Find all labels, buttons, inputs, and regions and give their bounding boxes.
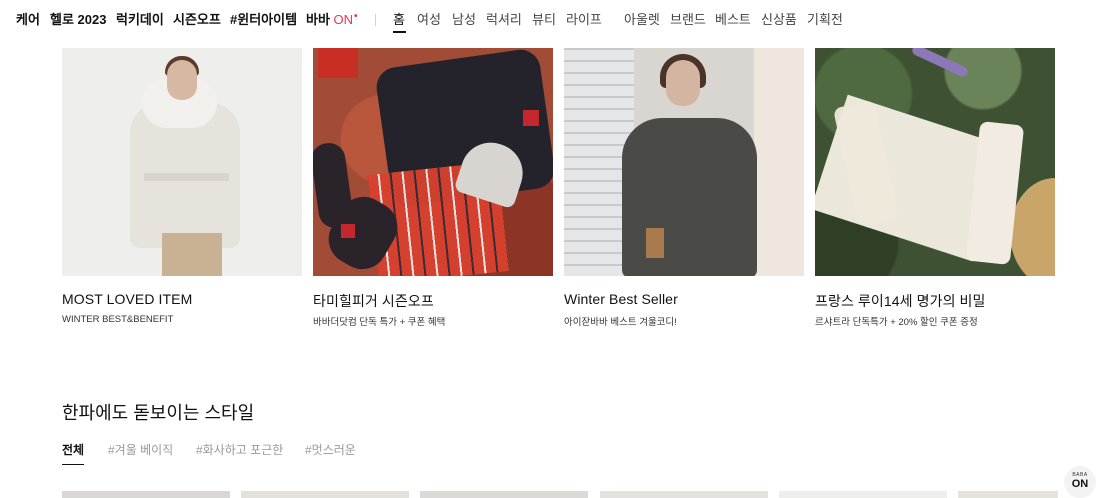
- nav-category-men[interactable]: 남성: [452, 12, 476, 28]
- banner-card-winter-best-seller[interactable]: Winter Best Seller 아이잗바바 베스트 겨울코디!: [564, 48, 804, 328]
- nav-outlet[interactable]: 아울렛: [624, 12, 660, 28]
- product-thumbnail[interactable]: [958, 491, 1058, 498]
- nav-item-winter-item[interactable]: #윈터아이템: [230, 12, 297, 28]
- new-dot-icon: •: [354, 11, 358, 22]
- image-head-shape: [167, 60, 197, 100]
- tab-bright-cozy[interactable]: #화사하고 포근한: [196, 441, 283, 458]
- tab-all[interactable]: 전체: [62, 441, 84, 458]
- product-thumbnail[interactable]: [420, 491, 588, 498]
- nav-best[interactable]: 베스트: [715, 12, 751, 28]
- product-thumbnail[interactable]: [600, 491, 768, 498]
- image-lining-shape: [646, 228, 664, 258]
- nav-item-hello-2023[interactable]: 헬로 2023: [50, 12, 106, 28]
- banner-image[interactable]: [62, 48, 302, 276]
- active-tab-underline: [62, 464, 84, 465]
- banner-title[interactable]: 타미힐피거 시즌오프: [313, 291, 434, 311]
- nav-item-baba-on[interactable]: 바바 ON•: [306, 11, 358, 30]
- banner-card-lechateau[interactable]: 프랑스 루이14세 명가의 비밀 르샤트라 단독특가 + 20% 할인 쿠폰 증…: [815, 48, 1055, 328]
- banner-card-most-loved[interactable]: MOST LOVED ITEM WINTER BEST&BENEFIT: [62, 48, 302, 325]
- fab-label-bottom: ON: [1071, 478, 1089, 490]
- banner-subtitle: 아이잗바바 베스트 겨울코디!: [564, 317, 677, 328]
- image-curtain-shape: [754, 48, 804, 276]
- tab-winter-basic[interactable]: #겨울 베이직: [108, 441, 173, 458]
- banner-image[interactable]: [564, 48, 804, 276]
- nav-special[interactable]: 기획전: [807, 12, 843, 28]
- nav-category-luxury[interactable]: 럭셔리: [486, 12, 522, 28]
- banner-card-tommy-hilfiger[interactable]: 타미힐피거 시즌오프 바바더닷컴 단독 특가 + 쿠폰 혜택: [313, 48, 553, 328]
- nav-category-beauty[interactable]: 뷰티: [532, 12, 556, 28]
- product-thumbnail[interactable]: [779, 491, 947, 498]
- image-head-shape: [666, 60, 700, 106]
- banner-subtitle: 르샤트라 단독특가 + 20% 할인 쿠폰 증정: [815, 317, 978, 328]
- nav-category-home[interactable]: 홈: [393, 12, 405, 28]
- baba-on-accent: ON: [333, 12, 354, 27]
- banner-title[interactable]: 프랑스 루이14세 명가의 비밀: [815, 291, 986, 311]
- banner-image[interactable]: [313, 48, 553, 276]
- product-thumbnail[interactable]: [62, 491, 230, 498]
- image-logo-shape: [523, 110, 539, 126]
- banner-subtitle: 바바더닷컴 단독 특가 + 쿠폰 혜택: [313, 317, 446, 328]
- banner-image[interactable]: [815, 48, 1055, 276]
- section-title: 한파에도 돋보이는 스타일: [62, 403, 255, 423]
- nav-divider: [375, 14, 376, 26]
- nav-item-season-off[interactable]: 시즌오프: [173, 12, 221, 28]
- top-navigation: 케어 헬로 2023 럭키데이 시즌오프 #윈터아이템 바바 ON• 홈 여성 …: [0, 0, 1120, 40]
- baba-on-floating-button[interactable]: BABA ON: [1064, 466, 1096, 498]
- banner-title[interactable]: Winter Best Seller: [564, 291, 678, 307]
- image-belt-shape: [144, 173, 229, 181]
- nav-brand[interactable]: 브랜드: [670, 12, 706, 28]
- image-pants-shape: [162, 233, 222, 276]
- baba-on-label: 바바: [306, 12, 330, 27]
- active-category-underline: [393, 31, 406, 33]
- nav-category-women[interactable]: 여성: [417, 12, 441, 28]
- banner-subtitle: WINTER BEST&BENEFIT: [62, 314, 174, 325]
- nav-new-arrivals[interactable]: 신상품: [761, 12, 797, 28]
- product-thumbnail[interactable]: [241, 491, 409, 498]
- nav-category-life[interactable]: 라이프: [566, 12, 602, 28]
- tab-stylish[interactable]: #멋스러운: [305, 441, 356, 458]
- nav-item-care[interactable]: 케어: [16, 12, 40, 28]
- image-logo-shape: [341, 224, 355, 238]
- nav-item-lucky-day[interactable]: 럭키데이: [116, 12, 164, 28]
- image-coat-shape: [622, 118, 757, 276]
- image-gift-shape: [318, 48, 358, 78]
- banner-title[interactable]: MOST LOVED ITEM: [62, 291, 192, 307]
